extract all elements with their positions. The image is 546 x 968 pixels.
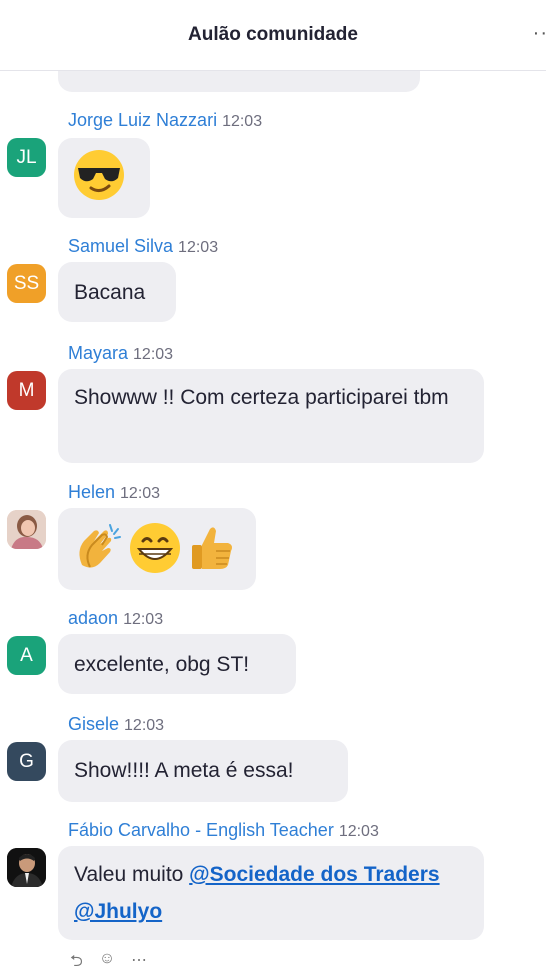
sender-name[interactable]: Mayara	[68, 343, 128, 363]
message-item: SS Samuel Silva 12:03 Bacana	[0, 236, 546, 326]
smiling-face-with-sunglasses-icon	[74, 150, 124, 200]
sender-name[interactable]: Helen	[68, 482, 115, 502]
sender-name[interactable]: Jorge Luiz Nazzari	[68, 110, 217, 130]
thumbs-up-icon	[192, 527, 232, 569]
more-options-icon[interactable]: ··	[533, 22, 546, 45]
message-time: 12:03	[123, 611, 164, 628]
message-sender: Helen 12:03	[68, 482, 160, 503]
message-bubble[interactable]: Showww !! Com certeza participarei tbm	[58, 369, 484, 463]
chat-panel: Aulão comunidade ·· JL Jorge Luiz Nazzar…	[0, 0, 546, 968]
message-text: Valeu muito	[74, 863, 190, 886]
message-actions: ⮌ ☺ ⋯	[70, 950, 147, 968]
user-photo-icon	[7, 510, 46, 549]
message-time: 12:03	[124, 717, 165, 734]
message-sender: Jorge Luiz Nazzari 12:03	[68, 110, 262, 131]
sender-name[interactable]: Samuel Silva	[68, 236, 173, 256]
message-bubble[interactable]: Show!!!! A meta é essa!	[58, 740, 348, 802]
message-item: A adaon 12:03 excelente, obg ST!	[0, 608, 546, 698]
message-item: M Mayara 12:03 Showww !! Com certeza part…	[0, 343, 546, 468]
message-sender: adaon 12:03	[68, 608, 163, 629]
avatar[interactable]: M	[7, 371, 46, 410]
message-time: 12:03	[338, 823, 379, 840]
grinning-face-icon	[130, 523, 180, 573]
message-item: Fábio Carvalho - English Teacher 12:03 Va…	[0, 820, 546, 950]
sender-name[interactable]: Gisele	[68, 714, 119, 734]
avatar-initials: SS	[13, 272, 40, 294]
avatar[interactable]: G	[7, 742, 46, 781]
message-sender: Mayara 12:03	[68, 343, 173, 364]
avatar[interactable]: SS	[7, 264, 46, 303]
message-bubble[interactable]: excelente, obg ST!	[58, 634, 296, 694]
message-item: Helen 12:03	[0, 482, 546, 592]
add-reaction-icon[interactable]: ☺	[99, 950, 115, 968]
avatar-initials: A	[20, 644, 33, 666]
message-time: 12:03	[222, 113, 263, 130]
reply-icon[interactable]: ⮌	[70, 950, 83, 968]
mention-link[interactable]: @Sociedade dos Traders	[189, 863, 439, 886]
sender-name[interactable]: Fábio Carvalho - English Teacher	[68, 820, 334, 840]
message-sender: Samuel Silva 12:03	[68, 236, 218, 257]
avatar[interactable]	[7, 510, 46, 549]
message-item: G Gisele 12:03 Show!!!! A meta é essa!	[0, 714, 546, 804]
clapping-hands-icon	[79, 524, 121, 568]
message-time: 12:03	[178, 239, 219, 256]
mention-link[interactable]: @Jhulyo	[74, 900, 162, 923]
avatar-initials: M	[18, 379, 35, 401]
avatar-initials: G	[19, 750, 34, 772]
message-bubble[interactable]	[58, 138, 150, 218]
message-time: 12:03	[120, 485, 161, 502]
chat-title: Aulão comunidade	[188, 24, 358, 45]
user-photo-icon	[7, 848, 46, 887]
message-text: Bacana	[74, 281, 146, 304]
avatar[interactable]: A	[7, 636, 46, 675]
chat-header: Aulão comunidade ··	[0, 0, 546, 71]
message-bubble[interactable]: Valeu muito @Sociedade dos Traders @Jhul…	[58, 846, 484, 940]
more-icon[interactable]: ⋯	[131, 950, 147, 968]
avatar[interactable]	[7, 848, 46, 887]
message-bubble[interactable]	[58, 508, 256, 590]
message-sender: Fábio Carvalho - English Teacher 12:03	[68, 820, 379, 841]
message-sender: Gisele 12:03	[68, 714, 164, 735]
message-text: excelente, obg ST!	[74, 653, 250, 676]
message-text: Showww !! Com certeza participarei tbm	[74, 386, 449, 409]
message-item: JL Jorge Luiz Nazzari 12:03	[0, 110, 546, 220]
message-bubble[interactable]: Bacana	[58, 262, 176, 322]
sender-name[interactable]: adaon	[68, 608, 118, 628]
avatar-initials: JL	[16, 146, 37, 168]
avatar[interactable]: JL	[7, 138, 46, 177]
message-time: 12:03	[133, 346, 174, 363]
message-text: Show!!!! A meta é essa!	[74, 759, 294, 782]
